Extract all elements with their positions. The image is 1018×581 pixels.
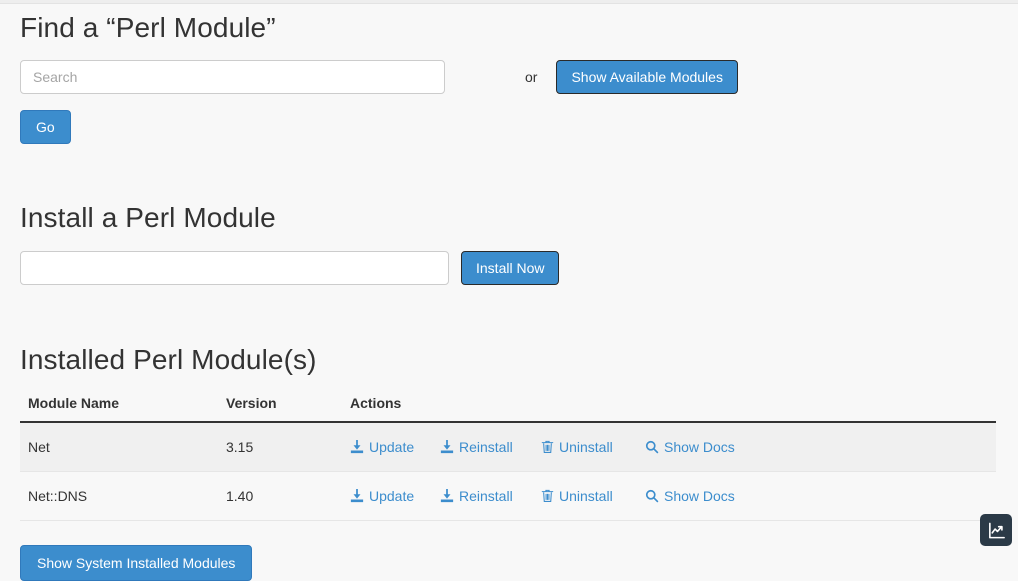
or-label: or [525,69,537,85]
table-row: Net 3.15 Update [20,422,996,472]
show-docs-action-label: Show Docs [664,439,735,455]
installed-modules-table: Module Name Version Actions Net 3.15 [20,395,996,521]
show-docs-action-label: Show Docs [664,488,735,504]
reinstall-action-link[interactable]: Reinstall [440,439,540,455]
install-module-input[interactable] [20,251,449,285]
table-row: Net::DNS 1.40 Update [20,472,996,521]
column-header-actions: Actions [342,395,996,422]
show-docs-action-link[interactable]: Show Docs [645,488,755,504]
cell-actions: Update Reinstall [342,422,996,472]
table-header: Module Name Version Actions [20,395,996,422]
magnifier-icon [645,489,659,503]
uninstall-action-label: Uninstall [559,488,613,504]
show-docs-action-link[interactable]: Show Docs [645,439,755,455]
download-icon [440,489,454,503]
download-icon [350,489,364,503]
go-button-row: Go [20,94,998,144]
table-header-row: Module Name Version Actions [20,395,996,422]
cell-actions: Update Reinstall [342,472,996,521]
actions-group: Update Reinstall [350,488,988,504]
find-module-row: or Show Available Modules [20,60,998,94]
cell-module-name: Net [20,422,218,472]
column-header-module-name: Module Name [20,395,218,422]
analytics-widget-button[interactable] [980,514,1012,546]
column-header-version: Version [218,395,342,422]
update-action-link[interactable]: Update [350,439,440,455]
uninstall-action-label: Uninstall [559,439,613,455]
cell-module-version: 3.15 [218,422,342,472]
reinstall-action-link[interactable]: Reinstall [440,488,540,504]
page-body: Find a “Perl Module” or Show Available M… [0,4,1018,550]
actions-group: Update Reinstall [350,439,988,455]
download-icon [440,440,454,454]
install-now-button[interactable]: Install Now [461,251,559,285]
reinstall-action-label: Reinstall [459,488,513,504]
uninstall-action-link[interactable]: Uninstall [540,439,645,455]
trash-icon [540,489,554,503]
search-input[interactable] [20,60,445,94]
trash-icon [540,440,554,454]
download-icon [350,440,364,454]
install-module-row: Install Now [20,251,998,285]
show-available-modules-button[interactable]: Show Available Modules [556,60,738,94]
line-chart-icon [987,521,1006,540]
update-action-label: Update [369,488,414,504]
update-action-label: Update [369,439,414,455]
update-action-link[interactable]: Update [350,488,440,504]
magnifier-icon [645,440,659,454]
reinstall-action-label: Reinstall [459,439,513,455]
install-module-title: Install a Perl Module [20,200,998,236]
uninstall-action-link[interactable]: Uninstall [540,488,645,504]
go-button[interactable]: Go [20,110,71,144]
content-container: Find a “Perl Module” or Show Available M… [0,4,1018,521]
table-body: Net 3.15 Update [20,422,996,521]
installed-modules-title: Installed Perl Module(s) [20,342,998,378]
find-module-title: Find a “Perl Module” [20,4,998,46]
cell-module-name: Net::DNS [20,472,218,521]
cell-module-version: 1.40 [218,472,342,521]
show-system-installed-modules-button[interactable]: Show System Installed Modules [20,545,252,581]
